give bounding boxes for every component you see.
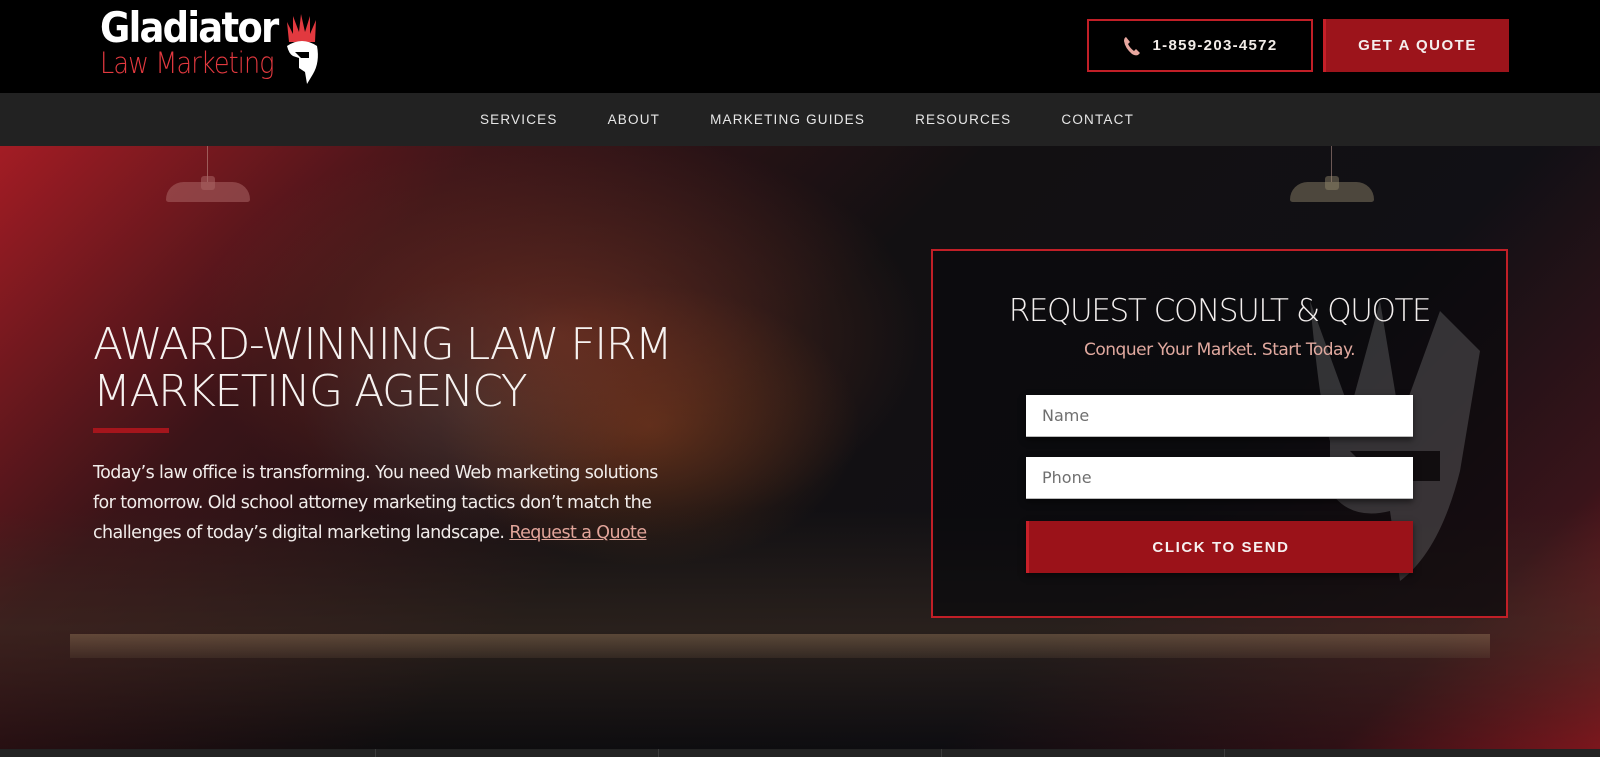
site-header: Gladiator Law Marketing 1-859-203-4572 G… [0,0,1600,93]
phone-icon [1123,36,1140,55]
phone-number: 1-859-203-4572 [1152,37,1278,54]
phone-button[interactable]: 1-859-203-4572 [1087,19,1313,72]
logo-wordmark-primary: Gladiator [100,3,279,52]
hero-section: AWARD-WINNING LAW FIRM MARKETING AGENCY … [0,146,1600,749]
nav-item-marketing-guides[interactable]: MARKETING GUIDES [685,112,890,127]
click-to-send-label: CLICK TO SEND [1152,538,1290,556]
bottom-strip-segment [0,749,376,757]
hero-title-line-1: AWARD-WINNING LAW FIRM [93,319,673,370]
nav-item-about[interactable]: ABOUT [583,112,686,127]
click-to-send-button[interactable]: CLICK TO SEND [1026,521,1413,573]
bottom-strip-segment [376,749,659,757]
hero-title-line-2: MARKETING AGENCY [93,366,528,417]
nav-item-services[interactable]: SERVICES [455,112,583,127]
phone-input[interactable] [1026,457,1413,499]
office-table-image [70,634,1490,658]
pendant-lamp-image [166,146,250,206]
nav-item-resources[interactable]: RESOURCES [890,112,1036,127]
bottom-tab-strip [0,749,1600,757]
hero-description: Today’s law office is transforming. You … [93,458,673,548]
bottom-strip-segment [1225,749,1600,757]
get-a-quote-button[interactable]: GET A QUOTE [1323,19,1509,72]
title-underline-divider [93,428,169,433]
main-nav: SERVICES ABOUT MARKETING GUIDES RESOURCE… [0,93,1600,146]
pendant-lamp-image [1290,146,1374,206]
bottom-strip-segment [659,749,942,757]
name-input[interactable] [1026,395,1413,437]
form-subtitle: Conquer Your Market. Start Today. [1084,340,1355,360]
consult-form-panel: REQUEST CONSULT & QUOTE Conquer Your Mar… [931,249,1508,618]
nav-item-contact[interactable]: CONTACT [1036,112,1159,127]
logo-wordmark-secondary: Law Marketing [100,46,275,80]
request-quote-link[interactable]: Request a Quote [509,523,647,543]
hero-title: AWARD-WINNING LAW FIRM MARKETING AGENCY [93,321,793,415]
get-a-quote-label: GET A QUOTE [1358,37,1477,54]
form-title: REQUEST CONSULT & QUOTE [1008,293,1432,329]
gladiator-helmet-icon [287,14,318,84]
bottom-strip-segment [942,749,1225,757]
logo[interactable]: Gladiator Law Marketing [100,6,325,86]
